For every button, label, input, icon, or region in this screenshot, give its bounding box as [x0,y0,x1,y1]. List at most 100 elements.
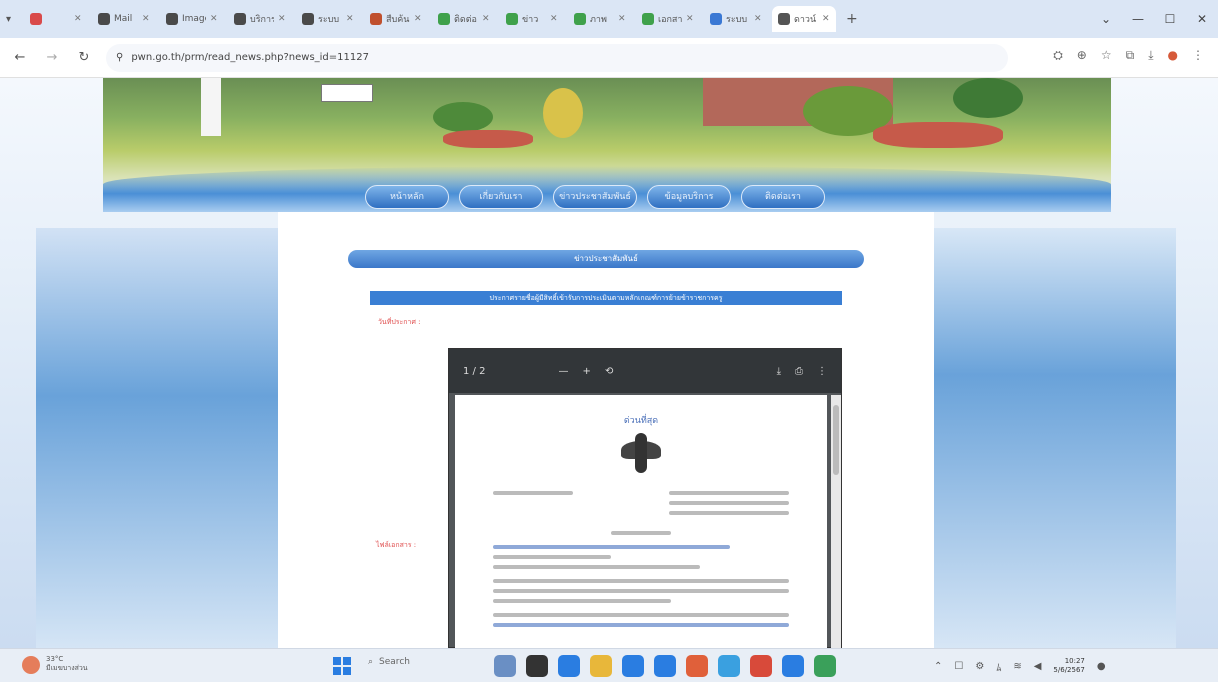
tab-close-icon[interactable]: ✕ [822,14,830,24]
tab-close-icon[interactable]: ✕ [618,14,626,24]
nav-news[interactable]: ข่าวประชาสัมพันธ์ [553,185,637,209]
tab-close-icon[interactable]: ✕ [754,14,762,24]
pdf-page-indicator[interactable]: 1 / 2 [463,366,485,377]
pinned-app-icon[interactable] [526,655,548,677]
browser-tab[interactable]: ดาวน์ ✕ [772,6,836,32]
site-nav: หน้าหลัก เกี่ยวกับเรา ข่าวประชาสัมพันธ์ … [365,185,825,209]
nav-contact[interactable]: ติดต่อเรา [741,185,825,209]
tab-search-icon[interactable]: ▾ [6,14,24,25]
pinned-app-icon[interactable] [494,655,516,677]
notification-icon[interactable]: ● [1097,661,1106,672]
pdf-scrollbar[interactable] [831,395,841,648]
profile-avatar[interactable]: ● [1168,48,1178,63]
pinned-app-icon[interactable] [686,655,708,677]
downloads-icon[interactable]: ⤓ [1148,48,1153,63]
browser-tab[interactable]: ข่าว ✕ [500,6,564,32]
clock[interactable]: 10:27 5/6/2567 [1053,657,1084,675]
pdf-toolbar: 1 / 2 — + ⟲ ⤓ ⎙ ⋮ [449,349,841,393]
close-window-button[interactable]: ✕ [1186,12,1218,26]
weather-temp: 33°C [46,655,64,663]
pinned-app-icon[interactable] [718,655,740,677]
minus-icon[interactable]: — [559,366,569,377]
browser-tab[interactable]: เอกสาร ✕ [636,6,700,32]
tab-close-icon[interactable]: ✕ [550,14,558,24]
pinned-app-icon[interactable] [590,655,612,677]
site-info-icon[interactable]: ⚲ [116,52,123,63]
settings-icon[interactable]: ⚙ [975,661,984,672]
tab-label: Imagen [182,14,206,24]
tab-label: ดาวน์ [794,15,817,25]
minimize-button[interactable]: — [1122,12,1154,26]
date-label: วันที่ประกาศ : [378,318,421,326]
wifi-icon[interactable]: ≋ [1013,661,1021,672]
tab-close-icon[interactable]: ✕ [142,14,150,24]
tab-close-icon[interactable]: ✕ [210,14,218,24]
address-bar[interactable]: ⚲ pwn.go.th/prm/read_news.php?news_id=11… [106,43,1008,72]
browser-toolbar: ← → ↻ ⚲ pwn.go.th/prm/read_news.php?news… [0,38,1218,78]
news-title: ประกาศรายชื่อผู้มีสิทธิ์เข้ารับการประเมิ… [370,291,842,305]
browser-tab[interactable]: ภาพ ✕ [568,6,632,32]
tab-close-icon[interactable]: ✕ [346,14,354,24]
tab-favicon-icon [370,13,382,25]
pinned-app-icon[interactable] [750,655,772,677]
forward-icon[interactable]: → [42,50,62,65]
browser-tab[interactable]: ระบบ ✕ [704,6,768,32]
volume-icon[interactable]: ◀ [1034,661,1042,672]
tab-favicon-icon [30,13,42,25]
tab-close-icon[interactable]: ✕ [686,14,694,24]
menu-icon[interactable]: ⋮ [1192,48,1204,63]
extensions-icon[interactable]: ⧉ [1126,48,1135,63]
tab-label: สืบค้น [386,15,410,25]
tab-close-icon[interactable]: ✕ [414,14,422,24]
back-icon[interactable]: ← [10,50,30,65]
nav-services[interactable]: ข้อมูลบริการ [647,185,731,209]
print-icon[interactable]: ⎙ [795,366,803,377]
chevron-up-icon[interactable]: ⌃ [934,661,942,672]
tab-close-icon[interactable]: ✕ [278,14,286,24]
background-decoration-right [934,228,1176,648]
pinned-app-icon[interactable] [558,655,580,677]
nav-home[interactable]: หน้าหลัก [365,185,449,209]
pinned-app-icon[interactable] [622,655,644,677]
download-icon[interactable]: ⤓ [777,366,781,377]
browser-tab[interactable]: ติดต่อ ✕ [432,6,496,32]
browser-tab[interactable]: Imagen ✕ [160,6,224,32]
pdf-viewer[interactable]: 1 / 2 — + ⟲ ⤓ ⎙ ⋮ ด่วนที่สุด [448,348,842,648]
bookmark-star-icon[interactable]: ☆ [1101,48,1112,63]
tab-label: ติดต่อ [454,15,477,25]
language-icon[interactable]: ﾑ [996,659,1001,674]
section-header: ข่าวประชาสัมพันธ์ [348,250,864,268]
pinned-app-icon[interactable] [654,655,676,677]
maximize-button[interactable]: ☐ [1154,12,1186,26]
browser-tab[interactable]: Mail ✕ [92,6,156,32]
garuda-emblem-icon [621,433,661,477]
start-button[interactable] [333,657,351,675]
more-icon[interactable]: ⋮ [817,366,827,377]
window-controls: ⌄ — ☐ ✕ [1090,0,1218,38]
rotate-icon[interactable]: ⟲ [605,366,613,377]
browser-tab[interactable]: สืบค้น ✕ [364,6,428,32]
search-placeholder: Search [379,657,410,667]
tab-favicon-icon [710,13,722,25]
pinned-apps [494,655,836,677]
translate-icon[interactable]: ⛭ [1053,48,1063,63]
nav-about[interactable]: เกี่ยวกับเรา [459,185,543,209]
tab-favicon-icon [642,13,654,25]
tab-overflow-icon[interactable]: ⌄ [1090,12,1122,26]
browser-tab[interactable]: ระบบ ✕ [296,6,360,32]
pinned-app-icon[interactable] [814,655,836,677]
zoom-icon[interactable]: ⊕ [1077,48,1087,63]
pinned-app-icon[interactable] [782,655,804,677]
browser-tab[interactable]: บริการ ✕ [228,6,292,32]
tab-label: ระบบ [726,15,748,25]
reload-icon[interactable]: ↻ [74,50,94,65]
taskbar-search[interactable]: ⌕ Search [368,657,410,667]
weather-widget[interactable]: 33°C มีเมฆบางส่วน [22,655,88,674]
new-tab-button[interactable]: + [846,11,858,27]
tab-close-icon[interactable]: ✕ [74,14,82,24]
tab-label: ภาพ [590,15,607,25]
tab-close-icon[interactable]: ✕ [482,14,490,24]
browser-tab[interactable]: ✕ [24,6,88,32]
plus-icon[interactable]: + [583,366,591,377]
tray-app-icon[interactable]: ☐ [954,661,963,672]
